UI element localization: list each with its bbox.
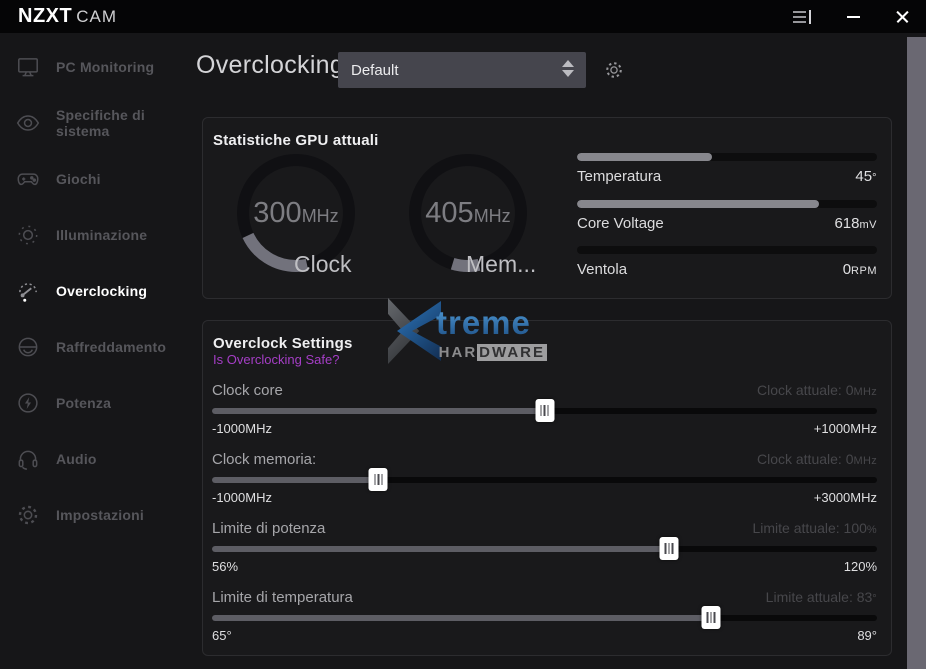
sidebar-item-label: Raffreddamento [56, 339, 166, 355]
sun-icon [14, 221, 42, 249]
power-limit-slider-group: Limite di potenza Limite attuale: 100% 5… [212, 520, 877, 574]
profile-dropdown[interactable]: Default [338, 52, 586, 88]
fan-meter: Ventola 0RPM [577, 246, 877, 278]
sidebar-item-label: Giochi [56, 171, 101, 187]
sidebar-item-impostazioni[interactable]: Impostazioni [0, 487, 195, 543]
slider-label: Limite di temperatura [212, 589, 353, 606]
temperature-meter: Temperatura 45° [577, 153, 877, 185]
slider-min: 65° [212, 628, 232, 643]
sidebar-item-label: Illuminazione [56, 227, 147, 243]
gpu-clock-label: Clock [294, 251, 352, 278]
slider-label: Clock memoria: [212, 451, 316, 468]
nzxt-cam-window: NZXT CAM PC Monitoring Specifiche di sis… [0, 0, 926, 669]
overclock-settings-card: Overclock Settings Is Overclocking Safe?… [202, 320, 892, 656]
clock-core-slider-group: Clock core Clock attuale: 0MHz -1000MHz … [212, 382, 877, 436]
slider-min: -1000MHz [212, 421, 272, 436]
titlebar: NZXT CAM [0, 0, 926, 33]
gamepad-icon [14, 165, 42, 193]
sidebar-item-overclocking[interactable]: Overclocking [0, 263, 195, 319]
monitor-icon [14, 53, 42, 81]
sidebar-item-illuminazione[interactable]: Illuminazione [0, 207, 195, 263]
meter-label: Core Voltage [577, 215, 664, 232]
sidebar-item-label: Potenza [56, 395, 111, 411]
meter-label: Temperatura [577, 168, 661, 185]
slider-thumb[interactable] [701, 606, 720, 629]
slider-thumb[interactable] [369, 468, 388, 491]
brand-nzxt: NZXT [18, 5, 72, 28]
slider-max: +1000MHz [814, 421, 877, 436]
sidebar-item-raffreddamento[interactable]: Raffreddamento [0, 319, 195, 375]
sidebar-item-label: PC Monitoring [56, 59, 154, 75]
collapse-panel-icon [793, 10, 813, 24]
slider-min: -1000MHz [212, 490, 272, 505]
eye-icon [14, 109, 42, 137]
gpu-memory-label: Mem... [466, 251, 536, 278]
sidebar-item-label: Audio [56, 451, 97, 467]
core-voltage-meter: Core Voltage 618mV [577, 200, 877, 232]
slider-label: Clock core [212, 382, 283, 399]
page-title: Overclocking [196, 51, 344, 80]
slider-current-value: Limite attuale: 83° [766, 589, 877, 605]
gear-icon [14, 501, 42, 529]
overclock-settings-gear-button[interactable] [603, 59, 625, 81]
slider-max: 120% [844, 559, 877, 574]
slider-min: 56% [212, 559, 238, 574]
headset-icon [14, 445, 42, 473]
slider-thumb[interactable] [535, 399, 554, 422]
gauge-icon [14, 277, 42, 305]
slider-current-value: Clock attuale: 0MHz [757, 382, 877, 398]
meter-value: 45° [855, 168, 877, 185]
clock-memory-slider-group: Clock memoria: Clock attuale: 0MHz -1000… [212, 451, 877, 505]
temperature-limit-slider-group: Limite di temperatura Limite attuale: 83… [212, 589, 877, 643]
gpu-stats-title: Statistiche GPU attuali [213, 132, 378, 149]
gpu-memory-value: 405MHz [408, 197, 528, 230]
vertical-scrollbar[interactable] [907, 37, 926, 669]
gpu-memory-gauge: 405MHz Mem... [408, 153, 528, 273]
sidebar-item-potenza[interactable]: Potenza [0, 375, 195, 431]
collapse-panel-button[interactable] [786, 0, 820, 33]
slider-max: +3000MHz [814, 490, 877, 505]
power-icon [14, 389, 42, 417]
meter-bar [577, 153, 877, 161]
meter-bar [577, 246, 877, 254]
clock-core-slider[interactable] [212, 408, 877, 414]
gpu-clock-gauge: 300MHz Clock [236, 153, 356, 273]
gear-icon [603, 59, 625, 81]
meter-bar [577, 200, 877, 208]
close-button[interactable] [886, 0, 918, 33]
overclock-settings-title: Overclock Settings [213, 335, 353, 352]
app-logo: NZXT CAM [18, 5, 117, 28]
sidebar-item-label: Overclocking [56, 283, 147, 299]
gpu-stats-card: Statistiche GPU attuali 300MHz Clock 405… [202, 117, 892, 299]
clock-memory-slider[interactable] [212, 477, 877, 483]
brand-cam: CAM [76, 7, 117, 27]
close-icon [896, 10, 909, 23]
cooling-icon [14, 333, 42, 361]
sidebar-item-giochi[interactable]: Giochi [0, 151, 195, 207]
meter-label: Ventola [577, 261, 627, 278]
sidebar-item-specifiche-di-sistema[interactable]: Specifiche di sistema [0, 95, 195, 151]
sidebar-item-label: Specifiche di sistema [56, 107, 195, 139]
slider-max: 89° [857, 628, 877, 643]
is-overclocking-safe-link[interactable]: Is Overclocking Safe? [213, 352, 339, 367]
gpu-clock-value: 300MHz [236, 197, 356, 230]
sidebar: PC Monitoring Specifiche di sistema Gioc… [0, 39, 195, 543]
sidebar-item-audio[interactable]: Audio [0, 431, 195, 487]
power-limit-slider[interactable] [212, 546, 877, 552]
minimize-button[interactable] [838, 0, 868, 33]
slider-current-value: Limite attuale: 100% [753, 520, 878, 536]
slider-current-value: Clock attuale: 0MHz [757, 451, 877, 467]
sidebar-item-label: Impostazioni [56, 507, 144, 523]
temperature-limit-slider[interactable] [212, 615, 877, 621]
profile-dropdown-value: Default [351, 62, 399, 79]
sidebar-item-pc-monitoring[interactable]: PC Monitoring [0, 39, 195, 95]
slider-label: Limite di potenza [212, 520, 325, 537]
dropdown-spinner-icon [562, 60, 574, 77]
slider-thumb[interactable] [660, 537, 679, 560]
meter-value: 0RPM [843, 261, 877, 278]
minimize-icon [847, 16, 860, 18]
meter-value: 618mV [834, 215, 877, 232]
